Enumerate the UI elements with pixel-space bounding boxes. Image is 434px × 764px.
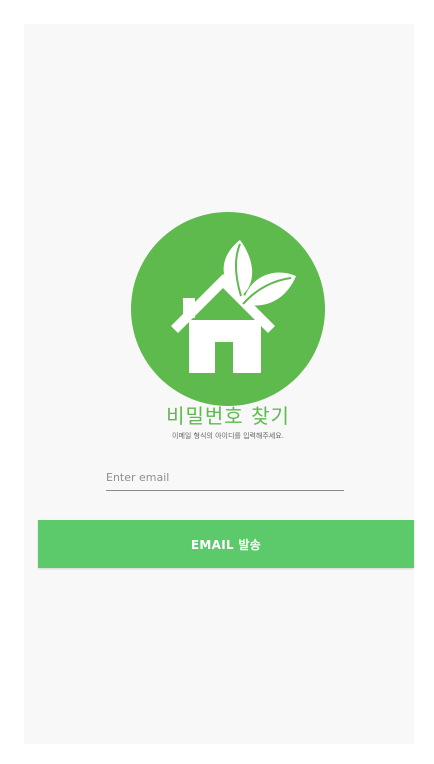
email-input[interactable]	[106, 467, 344, 491]
send-email-button[interactable]: EMAIL 발송	[38, 520, 414, 568]
logo-graphic	[171, 240, 296, 373]
page-subtitle: 이메일 형식의 아이디를 입력해주세요.	[172, 432, 284, 440]
home-leaf-icon	[131, 212, 325, 406]
find-password-screen: 비밀번호 찾기 이메일 형식의 아이디를 입력해주세요. EMAIL 발송	[24, 24, 414, 744]
page-title: 비밀번호 찾기	[166, 404, 290, 428]
